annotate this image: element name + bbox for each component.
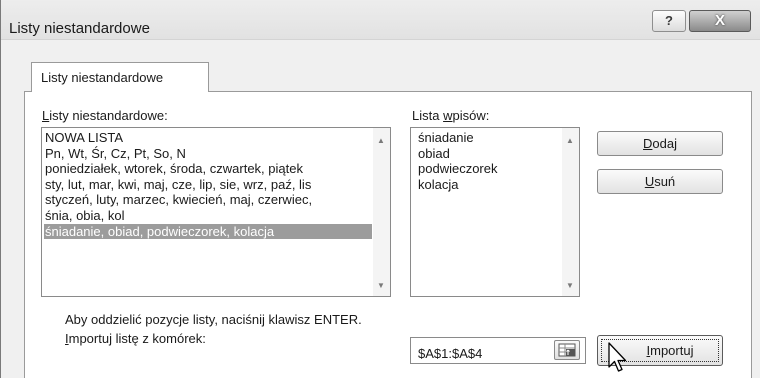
- hint-text: Aby oddzielić pozycje listy, naciśnij kl…: [65, 312, 362, 327]
- custom-lists-items: NOWA LISTA Pn, Wt, Śr, Cz, Pt, So, Nponie…: [44, 130, 372, 240]
- range-selector-icon: [558, 343, 576, 357]
- scroll-down-icon[interactable]: ▼: [377, 281, 385, 290]
- tab-custom-lists[interactable]: Listy niestandardowe: [31, 62, 209, 92]
- entries-scrollbar[interactable]: ▲ ▼: [562, 128, 579, 296]
- custom-list-item[interactable]: styczeń, luty, marzec, kwiecień, maj, cz…: [44, 192, 372, 208]
- custom-lists-label: Listy niestandardowe:: [42, 108, 168, 123]
- custom-list-item[interactable]: poniedziałek, wtorek, środa, czwartek, p…: [44, 161, 372, 177]
- delete-button[interactable]: Usuń: [597, 169, 723, 194]
- custom-list-item[interactable]: sty, lut, mar, kwi, maj, cze, lip, sie, …: [44, 177, 372, 193]
- custom-list-item[interactable]: śnia, obia, kol: [44, 208, 372, 224]
- dialog-window: Listy niestandardowe ? X Listy niestanda…: [0, 0, 760, 378]
- entry-line: obiad: [418, 145, 450, 161]
- custom-lists-scrollbar[interactable]: ▲ ▼: [373, 128, 390, 296]
- custom-list-item[interactable]: NOWA LISTA: [44, 130, 372, 146]
- entry-line: podwieczorek: [418, 161, 498, 177]
- collapse-dialog-button[interactable]: [554, 340, 580, 360]
- close-icon: X: [714, 12, 725, 29]
- entries-label: Lista wpisów:: [412, 108, 490, 123]
- entries-listbox[interactable]: śniadanie obiad podwieczorek kolacja ▲ ▼: [410, 127, 580, 297]
- scroll-up-icon[interactable]: ▲: [377, 136, 385, 145]
- entry-line: śniadanie: [418, 130, 474, 145]
- mouse-pointer-icon: [608, 342, 627, 372]
- help-button[interactable]: ?: [652, 10, 686, 32]
- scroll-up-icon[interactable]: ▲: [566, 136, 574, 145]
- entry-line: kolacja: [418, 176, 459, 192]
- scroll-down-icon[interactable]: ▼: [566, 281, 574, 290]
- custom-list-item[interactable]: Pn, Wt, Śr, Cz, Pt, So, N: [44, 146, 372, 162]
- custom-list-item[interactable]: śniadanie, obiad, podwieczorek, kolacja: [44, 223, 372, 240]
- title-bar[interactable]: Listy niestandardowe ? X: [1, 0, 760, 40]
- window-title: Listy niestandardowe: [9, 20, 150, 37]
- import-cells-label: Importuj listę z komórek:: [65, 331, 206, 346]
- help-icon: ?: [665, 13, 673, 28]
- custom-lists-listbox[interactable]: NOWA LISTA Pn, Wt, Śr, Cz, Pt, So, Nponie…: [41, 127, 391, 297]
- entries-items: śniadanie obiad podwieczorek kolacja: [417, 130, 561, 192]
- close-button[interactable]: X: [689, 10, 751, 32]
- add-button[interactable]: Dodaj: [597, 131, 723, 156]
